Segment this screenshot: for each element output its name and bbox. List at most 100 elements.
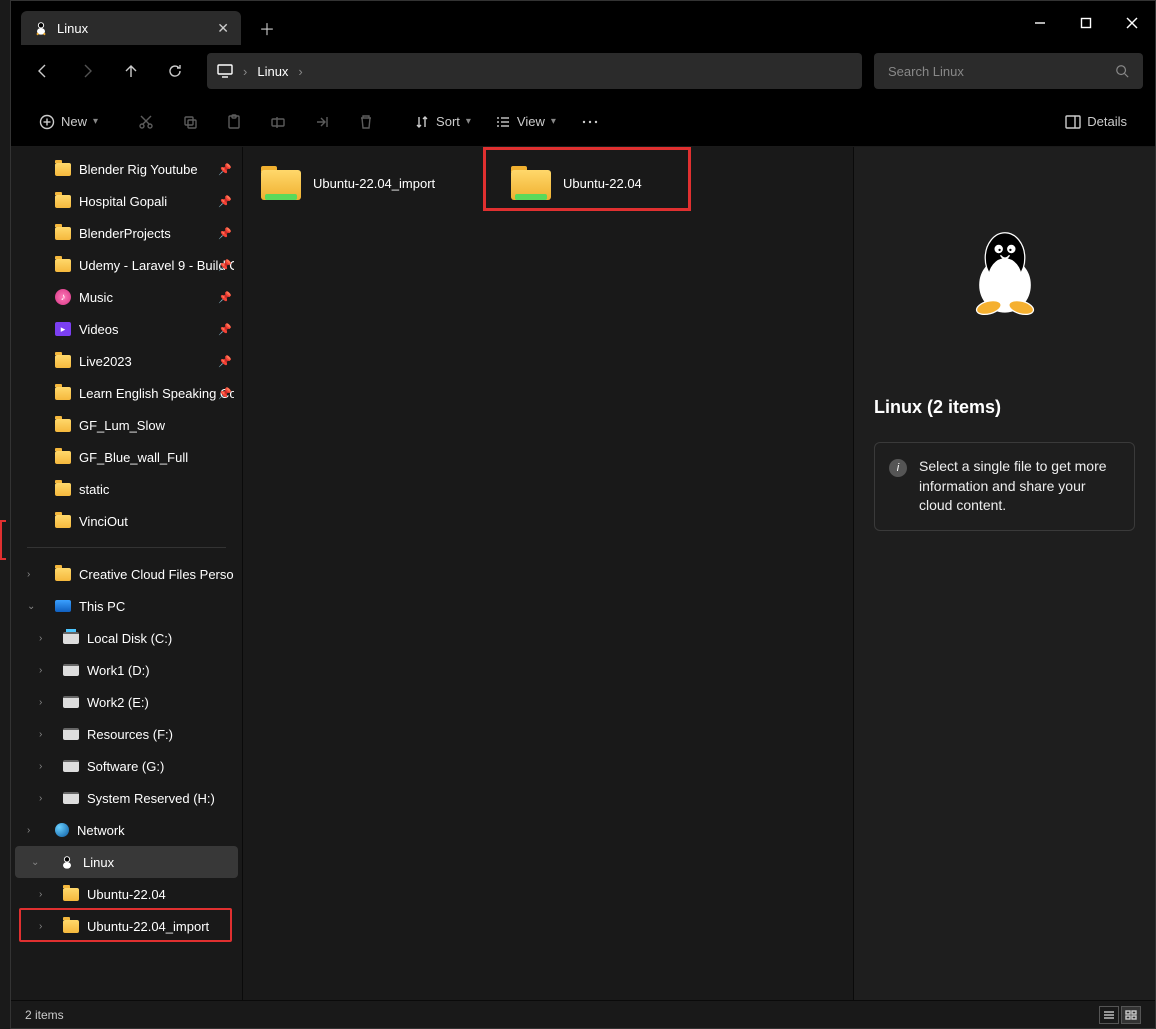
folder-item[interactable]: Ubuntu-22.04_import — [255, 157, 495, 209]
sidebar-item[interactable]: ♪Music📌 — [11, 281, 242, 313]
sidebar-item[interactable]: VinciOut — [11, 505, 242, 537]
folder-item[interactable]: Ubuntu-22.04 — [505, 157, 745, 209]
sidebar-item[interactable]: ▸Videos📌 — [11, 313, 242, 345]
details-icon — [1065, 115, 1081, 129]
sidebar-item-label: Videos — [79, 322, 119, 337]
expand-icon[interactable]: › — [39, 761, 42, 772]
delete-button[interactable] — [346, 104, 386, 140]
sidebar-tree-item[interactable]: › Creative Cloud Files Personal A — [11, 558, 242, 590]
close-tab-icon[interactable]: ✕ — [217, 20, 229, 37]
monitor-icon — [217, 64, 233, 78]
sidebar-tree-item[interactable]: › Work2 (E:) — [11, 686, 242, 718]
address-bar[interactable]: › Linux › — [207, 53, 862, 89]
sidebar-item[interactable]: Blender Rig Youtube📌 — [11, 153, 242, 185]
sidebar-tree-item[interactable]: › Ubuntu-22.04_import — [11, 910, 242, 942]
rename-button[interactable] — [258, 104, 298, 140]
expand-icon[interactable]: › — [39, 697, 42, 708]
sidebar-item-label: Work2 (E:) — [87, 695, 149, 710]
expand-icon[interactable]: ⌄ — [27, 601, 35, 612]
new-button[interactable]: New ▾ — [29, 104, 108, 140]
chevron-down-icon: ▾ — [466, 116, 471, 127]
network-icon — [55, 823, 69, 837]
minimize-button[interactable] — [1017, 7, 1063, 39]
sidebar-item[interactable]: Learn English Speaking Cou📌 — [11, 377, 242, 409]
expand-icon[interactable]: › — [27, 569, 30, 580]
expand-icon[interactable]: ⌄ — [31, 857, 39, 868]
background-red-edge — [0, 520, 6, 560]
content-area[interactable]: Ubuntu-22.04_import Ubuntu-22.04 — [243, 147, 853, 1000]
sidebar-item[interactable]: GF_Blue_wall_Full — [11, 441, 242, 473]
titlebar: Linux ✕ ＋ — [11, 1, 1155, 45]
sidebar-tree-item[interactable]: ›Resources (F:) — [11, 718, 242, 750]
sidebar-item-label: BlenderProjects — [79, 226, 171, 241]
sidebar-tree-item[interactable]: ⌄ This PC — [11, 590, 242, 622]
forward-button[interactable] — [67, 53, 107, 89]
sidebar-item[interactable]: Udemy - Laravel 9 - Build C📌 — [11, 249, 242, 281]
view-grid-toggle[interactable] — [1121, 1006, 1141, 1024]
back-button[interactable] — [23, 53, 63, 89]
sidebar-item[interactable]: static — [11, 473, 242, 505]
sidebar-item-label: Network — [77, 823, 125, 838]
breadcrumb-item[interactable]: Linux — [257, 64, 288, 79]
new-tab-button[interactable]: ＋ — [259, 16, 275, 40]
copy-button[interactable] — [170, 104, 210, 140]
search-box[interactable]: Search Linux — [874, 53, 1143, 89]
folder-icon — [55, 515, 71, 528]
close-window-button[interactable] — [1109, 7, 1155, 39]
view-list-toggle[interactable] — [1099, 1006, 1119, 1024]
info-icon: i — [889, 459, 907, 477]
folder-icon — [55, 163, 71, 176]
window-tab[interactable]: Linux ✕ — [21, 11, 241, 45]
sidebar-tree-item[interactable]: ›Software (G:) — [11, 750, 242, 782]
pin-icon: 📌 — [218, 323, 232, 336]
expand-icon[interactable]: › — [39, 633, 42, 644]
folder-icon — [55, 387, 71, 400]
sidebar-tree-item[interactable]: ›Local Disk (C:) — [11, 622, 242, 654]
sort-button[interactable]: Sort ▾ — [404, 104, 481, 140]
folder-icon — [511, 166, 551, 200]
navbar: › Linux › Search Linux — [11, 45, 1155, 97]
sidebar-item-label: System Reserved (H:) — [87, 791, 215, 806]
more-button[interactable] — [570, 104, 610, 140]
view-button[interactable]: View ▾ — [485, 104, 566, 140]
linux-icon — [33, 20, 49, 36]
sidebar-item[interactable]: Live2023📌 — [11, 345, 242, 377]
sidebar-tree-item[interactable]: ›Ubuntu-22.04 — [11, 878, 242, 910]
refresh-button[interactable] — [155, 53, 195, 89]
drive-icon — [63, 760, 79, 772]
sort-icon — [414, 114, 430, 130]
sidebar-tree-item[interactable]: › Network — [11, 814, 242, 846]
expand-icon[interactable]: › — [39, 889, 42, 900]
sidebar-item[interactable]: BlenderProjects📌 — [11, 217, 242, 249]
sidebar-item-label: static — [79, 482, 109, 497]
folder-icon — [55, 451, 71, 464]
share-button[interactable] — [302, 104, 342, 140]
sidebar-item-label: VinciOut — [79, 514, 128, 529]
paste-button[interactable] — [214, 104, 254, 140]
pin-icon: 📌 — [218, 195, 232, 208]
chevron-down-icon: ▾ — [93, 116, 98, 127]
sidebar-item[interactable]: GF_Lum_Slow — [11, 409, 242, 441]
cut-button[interactable] — [126, 104, 166, 140]
sidebar-tree-item[interactable]: › System Reserved (H:) — [11, 782, 242, 814]
sidebar-tree-item[interactable]: ›Work1 (D:) — [11, 654, 242, 686]
folder-icon — [63, 920, 79, 933]
expand-icon[interactable]: › — [39, 793, 42, 804]
expand-icon[interactable]: › — [39, 729, 42, 740]
drive-icon — [63, 792, 79, 804]
pin-icon: 📌 — [218, 163, 232, 176]
sidebar-item-label: Ubuntu-22.04_import — [87, 919, 209, 934]
sidebar-tree-item[interactable]: ⌄Linux — [15, 846, 238, 878]
expand-icon[interactable]: › — [27, 825, 30, 836]
details-pane-button[interactable]: Details — [1055, 104, 1137, 140]
sidebar-item-label: Creative Cloud Files Personal A — [79, 567, 234, 582]
sidebar-item[interactable]: Hospital Gopali📌 — [11, 185, 242, 217]
expand-icon[interactable]: › — [39, 921, 42, 932]
up-button[interactable] — [111, 53, 151, 89]
expand-icon[interactable]: › — [39, 665, 42, 676]
folder-label: Ubuntu-22.04 — [563, 176, 642, 191]
pin-icon: 📌 — [218, 355, 232, 368]
chevron-right-icon: › — [298, 64, 302, 79]
maximize-button[interactable] — [1063, 7, 1109, 39]
sidebar-item-label: This PC — [79, 599, 125, 614]
